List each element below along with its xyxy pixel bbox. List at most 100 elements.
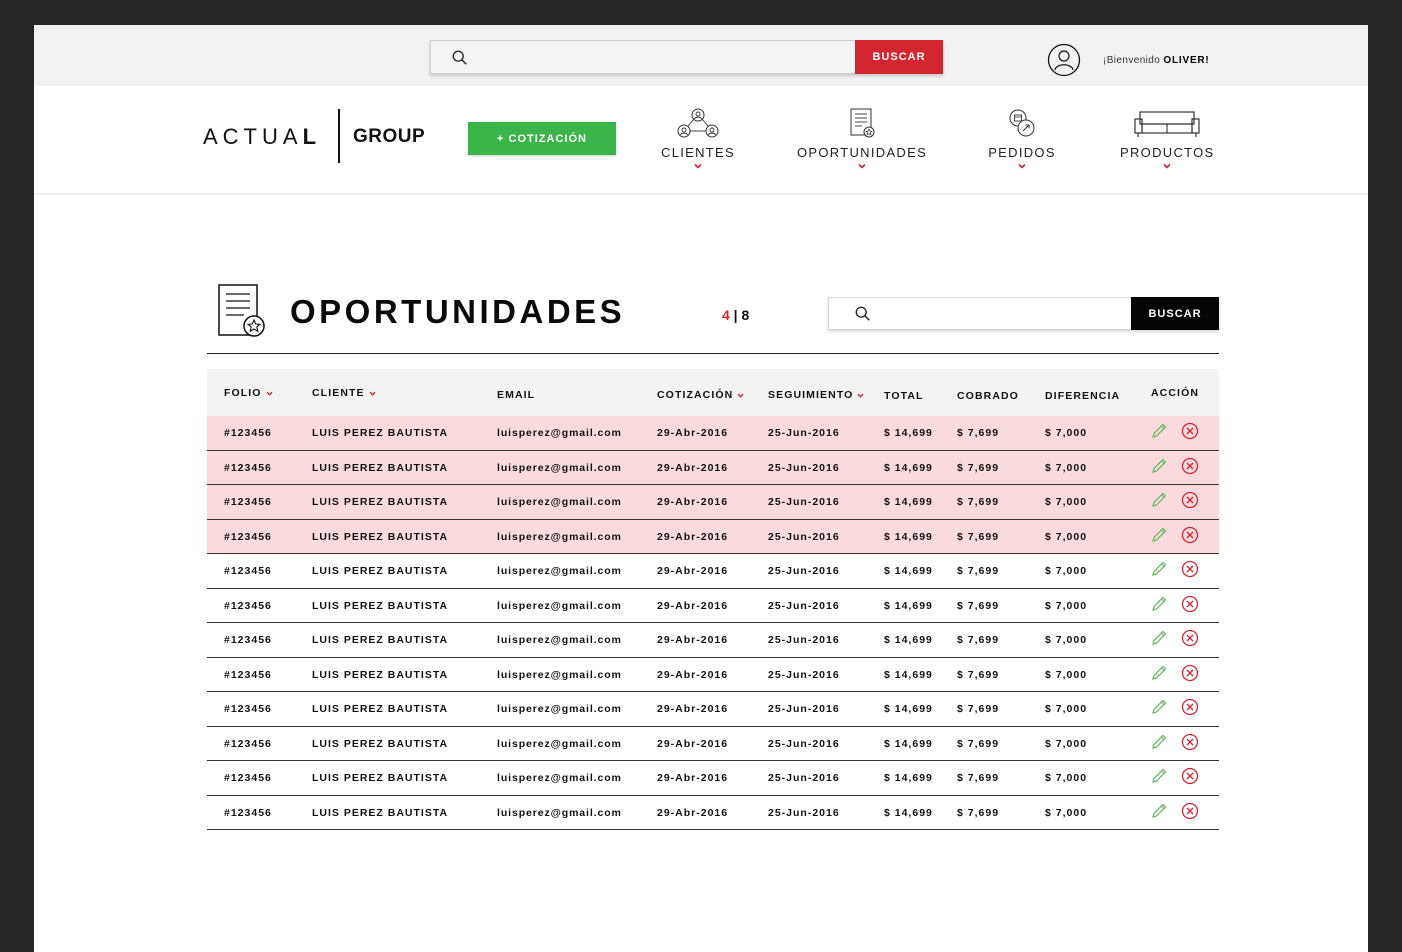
cell-cotizacion: 29-Abr-2016 [657,496,729,508]
table-row[interactable]: #123456 LUIS PEREZ BAUTISTA luisperez@gmai… [207,761,1219,796]
table-row[interactable]: #123456 LUIS PEREZ BAUTISTA luisperez@gmai… [207,692,1219,727]
cell-cotizacion: 29-Abr-2016 [657,772,729,784]
cell-cotizacion: 29-Abr-2016 [657,737,729,750]
nav-productos[interactable]: PRODUCTOS [1120,107,1214,169]
edit-pencil-icon[interactable] [1150,422,1168,440]
top-search-input[interactable] [481,43,851,71]
cell-total: $ 14,699 [884,427,933,439]
table-row[interactable]: #123456 LUIS PEREZ BAUTISTA luisperez@gmai… [207,727,1219,761]
cell-cliente: LUIS PEREZ BAUTISTA [312,599,449,612]
col-seguimiento[interactable]: SEGUIMIENTO [768,389,864,401]
cell-seguimiento: 25-Jun-2016 [768,599,840,612]
cell-diferencia: $ 7,000 [1045,427,1088,439]
col-cliente[interactable]: CLIENTE [312,387,376,399]
delete-close-icon[interactable] [1181,629,1199,647]
edit-pencil-icon[interactable] [1150,457,1168,475]
delete-close-icon[interactable] [1181,526,1199,544]
nav-pedidos[interactable]: PEDIDOS [987,107,1057,169]
edit-pencil-icon[interactable] [1150,802,1168,820]
nav-pedidos-label: PEDIDOS [988,145,1056,160]
cell-email: luisperez@gmail.com [497,634,622,646]
cell-cliente: LUIS PEREZ BAUTISTA [312,530,449,543]
user-name: OLIVER! [1163,55,1210,66]
section-search-button[interactable]: BUSCAR [1131,297,1219,330]
cell-email: luisperez@gmail.com [497,461,622,474]
cell-cliente: LUIS PEREZ BAUTISTA [312,703,449,715]
edit-pencil-icon[interactable] [1150,664,1168,682]
nav-oportunidades[interactable]: OPORTUNIDADES [797,107,927,169]
opportunities-table: FOLIO CLIENTE EMAIL COTIZACIÓN SEGUIMIEN… [207,369,1219,830]
table-row[interactable]: #123456 LUIS PEREZ BAUTISTA luisperez@gmai… [207,416,1219,451]
cell-cliente: LUIS PEREZ BAUTISTA [312,737,449,750]
table-row[interactable]: #123456 LUIS PEREZ BAUTISTA luisperez@gmai… [207,589,1219,623]
edit-pencil-icon[interactable] [1150,595,1168,613]
edit-pencil-icon[interactable] [1150,526,1168,544]
sort-chevron-icon [737,393,744,398]
delete-close-icon[interactable] [1181,560,1199,578]
edit-pencil-icon[interactable] [1150,560,1168,578]
logo-group: GROUP [353,126,426,147]
table-row[interactable]: #123456 LUIS PEREZ BAUTISTA luisperez@gmai… [207,485,1219,520]
table-row[interactable]: #123456 LUIS PEREZ BAUTISTA luisperez@gmai… [207,623,1219,658]
cell-folio: #123456 [224,703,272,715]
cell-seguimiento: 25-Jun-2016 [768,565,840,577]
search-icon [452,50,467,65]
nav-clientes[interactable]: CLIENTES [660,107,736,169]
cell-folio: #123456 [224,772,272,784]
edit-pencil-icon[interactable] [1150,491,1168,509]
pager[interactable]: 4 | 8 [722,307,749,323]
table-row[interactable]: #123456 LUIS PEREZ BAUTISTA luisperez@gmai… [207,796,1219,830]
edit-pencil-icon[interactable] [1150,733,1168,751]
cell-cotizacion: 29-Abr-2016 [657,565,729,577]
table-header: FOLIO CLIENTE EMAIL COTIZACIÓN SEGUIMIEN… [207,369,1219,416]
logo-divider [338,109,340,163]
top-search-button[interactable]: BUSCAR [855,40,943,74]
delete-close-icon[interactable] [1181,491,1199,509]
delete-close-icon[interactable] [1181,733,1199,751]
col-total: TOTAL [884,390,924,402]
cell-folio: #123456 [224,599,272,612]
edit-pencil-icon[interactable] [1150,767,1168,785]
logo-actual-bold: L [302,124,322,149]
delete-close-icon[interactable] [1181,767,1199,785]
cell-cotizacion: 29-Abr-2016 [657,599,729,612]
edit-pencil-icon[interactable] [1150,629,1168,647]
cell-folio: #123456 [224,461,272,474]
table-row[interactable]: #123456 LUIS PEREZ BAUTISTA luisperez@gmai… [207,658,1219,692]
page-title: OPORTUNIDADES [290,293,626,330]
col-cotizacion[interactable]: COTIZACIÓN [657,389,744,401]
delete-close-icon[interactable] [1181,422,1199,440]
cell-email: luisperez@gmail.com [497,737,622,750]
user-avatar-icon[interactable] [1047,43,1081,77]
cell-cobrado: $ 7,699 [957,461,1000,474]
table-row[interactable]: #123456 LUIS PEREZ BAUTISTA luisperez@gmai… [207,519,1219,554]
cell-total: $ 14,699 [884,565,933,577]
col-folio[interactable]: FOLIO [224,387,273,399]
table-row[interactable]: #123456 LUIS PEREZ BAUTISTA luisperez@gmai… [207,450,1219,485]
delete-close-icon[interactable] [1181,698,1199,716]
cell-email: luisperez@gmail.com [497,599,622,612]
cell-seguimiento: 25-Jun-2016 [768,530,840,543]
cell-email: luisperez@gmail.com [497,703,622,715]
cell-total: $ 14,699 [884,530,933,543]
cell-cotizacion: 29-Abr-2016 [657,668,729,681]
logo-actual: ACTUAL [203,124,321,150]
table-row[interactable]: #123456 LUIS PEREZ BAUTISTA luisperez@gmai… [207,554,1219,589]
nav-productos-label: PRODUCTOS [1120,145,1215,160]
edit-pencil-icon[interactable] [1150,698,1168,716]
cell-cliente: LUIS PEREZ BAUTISTA [312,806,449,819]
delete-close-icon[interactable] [1181,595,1199,613]
search-icon [855,306,870,321]
delete-close-icon[interactable] [1181,457,1199,475]
chevron-down-icon [1018,163,1026,169]
col-cobrado: COBRADO [957,390,1019,402]
delete-close-icon[interactable] [1181,802,1199,820]
cell-diferencia: $ 7,000 [1045,772,1088,784]
new-cotizacion-button[interactable]: + COTIZACIÓN [468,122,616,155]
delete-close-icon[interactable] [1181,664,1199,682]
section-search-input[interactable] [881,300,1121,327]
cell-seguimiento: 25-Jun-2016 [768,737,840,750]
cell-cobrado: $ 7,699 [957,634,1000,646]
cell-seguimiento: 25-Jun-2016 [768,427,840,439]
col-accion: ACCIÓN [1151,387,1200,399]
